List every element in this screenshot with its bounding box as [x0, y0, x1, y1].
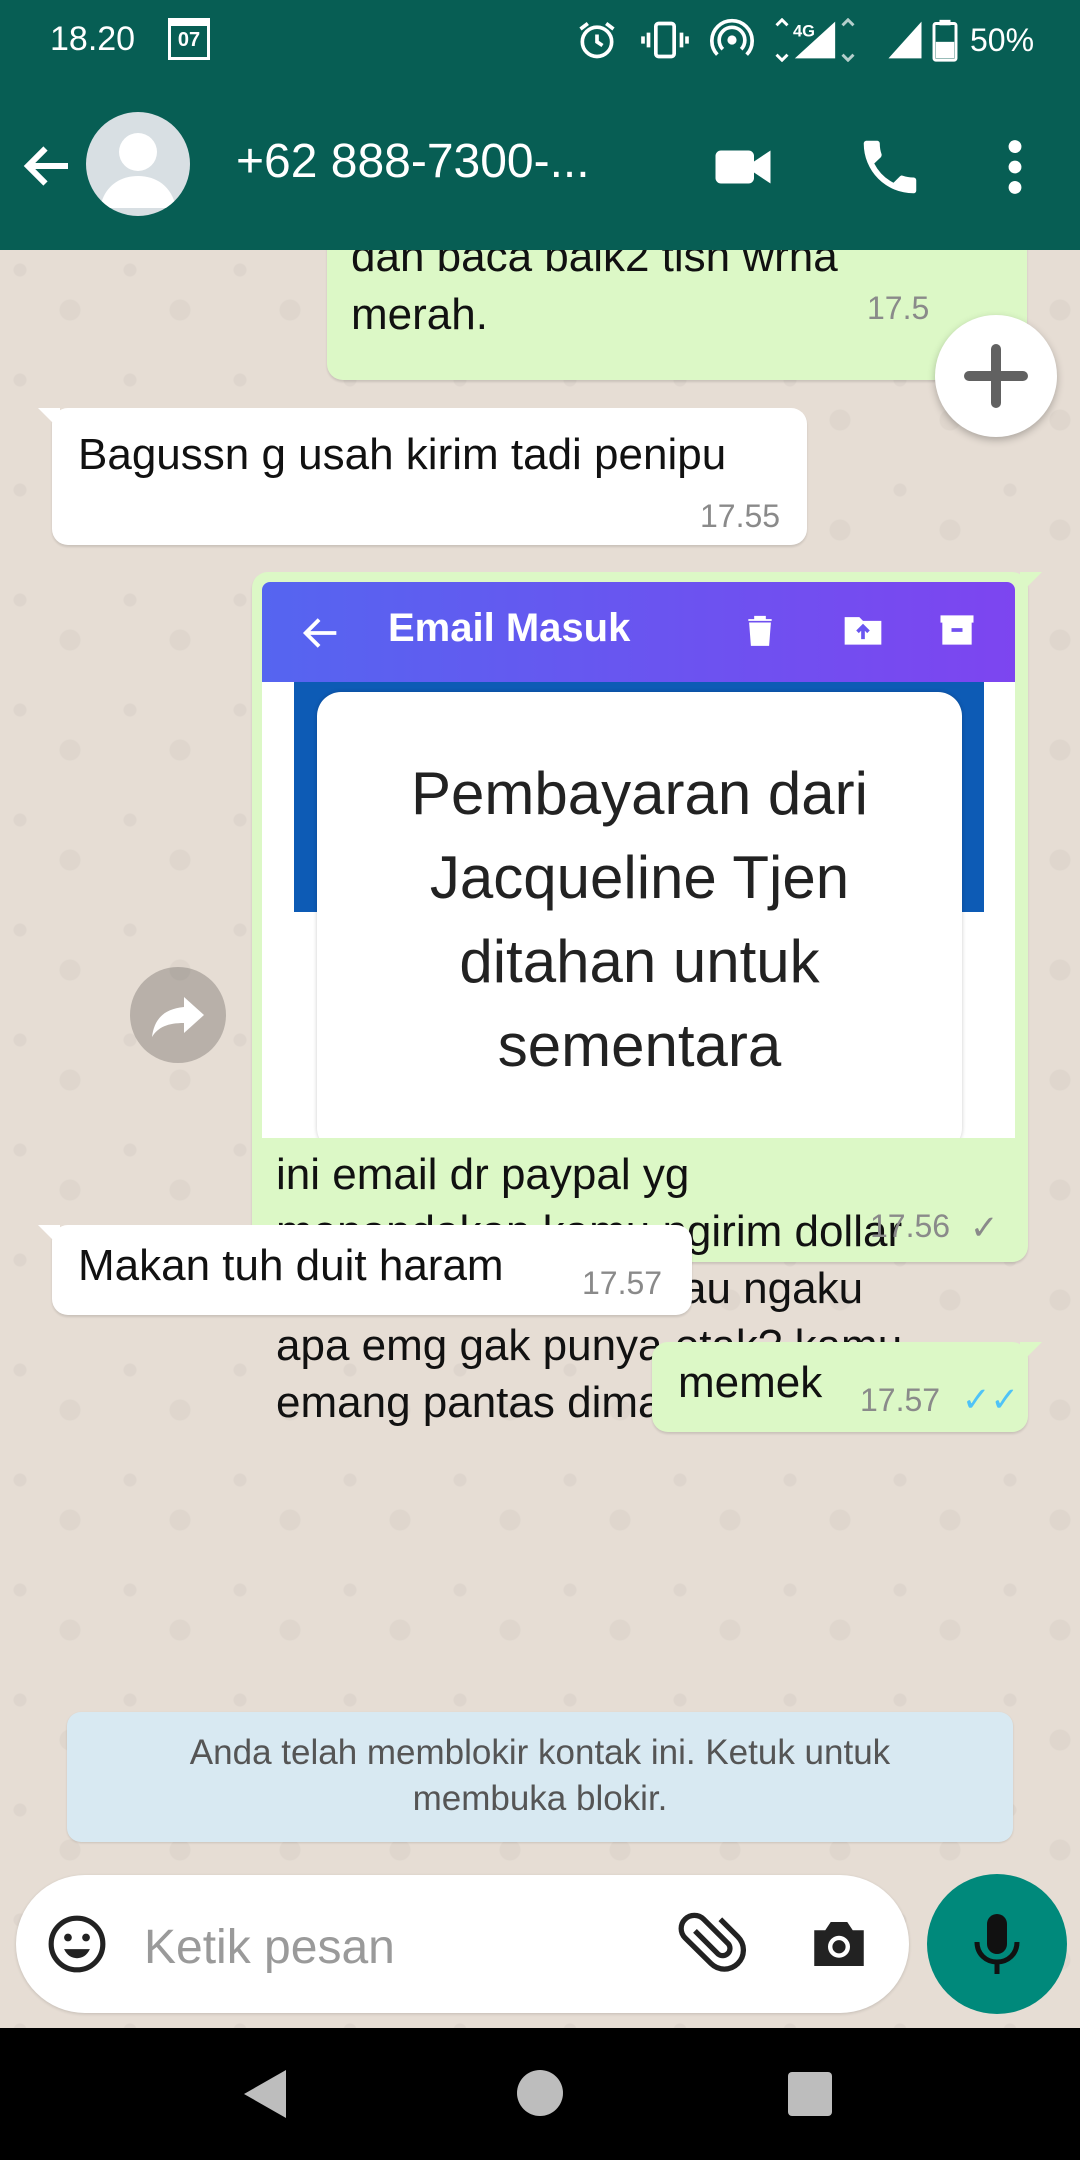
- battery-icon: [932, 19, 958, 62]
- svg-text:4G: 4G: [793, 22, 815, 40]
- message-bubble-outgoing[interactable]: dan baca baik2 tlsn wrna merah. 17.5: [327, 250, 1027, 380]
- image-card-line: Pembayaran dari: [411, 760, 868, 827]
- status-bar: 18.20 07 4G 50%: [0, 0, 1080, 82]
- video-call-icon[interactable]: [710, 134, 776, 200]
- back-arrow-icon[interactable]: [18, 128, 78, 204]
- nav-recents-icon[interactable]: [788, 2072, 832, 2116]
- image-card-line: Jacqueline Tjen: [429, 844, 850, 911]
- image-card-line: sementara: [497, 1012, 782, 1079]
- battery-percent: 50%: [970, 22, 1035, 58]
- avatar[interactable]: [86, 112, 190, 216]
- message-bubble-outgoing[interactable]: memek 17.57 ✓✓: [652, 1342, 1042, 1432]
- notice-line: membuka blokir.: [412, 1779, 668, 1818]
- attached-image[interactable]: Email Masuk Pembayaran dari Jacqueline T…: [262, 582, 1015, 1138]
- plus-icon: [964, 344, 1028, 408]
- contact-name[interactable]: +62 888-7300-...: [236, 134, 590, 189]
- blocked-contact-notice[interactable]: Anda telah memblokir kontak ini. Ketuk u…: [67, 1712, 1013, 1842]
- message-text: Bagussn g usah kirim tadi penipu: [78, 430, 727, 479]
- attach-icon[interactable]: [676, 1909, 746, 1979]
- sent-check-icon: ✓: [970, 1209, 999, 1247]
- add-button[interactable]: [935, 315, 1057, 437]
- chat-header: +62 888-7300-...: [0, 82, 1080, 250]
- message-input-bar: [16, 1875, 909, 2013]
- signal-4g-icon: 4G: [775, 18, 855, 62]
- archive-icon: [940, 615, 974, 645]
- nav-home-icon[interactable]: [517, 2070, 563, 2116]
- message-line: ini email dr paypal yg: [276, 1150, 690, 1199]
- signal-icon: [888, 21, 922, 59]
- calendar-icon: 07: [168, 18, 210, 60]
- chat-area[interactable]: dan baca baik2 tlsn wrna merah. 17.5 Bag…: [0, 250, 1080, 2030]
- system-nav-bar: [0, 2028, 1080, 2160]
- image-toolbar: Email Masuk: [262, 582, 1015, 682]
- bubble-tail: [38, 408, 60, 430]
- message-time: 17.55: [700, 498, 781, 534]
- vibrate-icon: [641, 21, 689, 59]
- bubble-tail: [1020, 572, 1042, 594]
- nav-back-icon[interactable]: [240, 2068, 290, 2120]
- message-time: 17.57: [582, 1265, 663, 1301]
- message-text: memek: [678, 1358, 823, 1407]
- calendar-day: 07: [177, 29, 201, 51]
- message-text: dan baca baik2 tlsn wrna merah.: [351, 250, 838, 344]
- message-time: 17.5: [867, 290, 930, 326]
- phone-icon[interactable]: [855, 132, 925, 202]
- message-bubble-outgoing-image[interactable]: Email Masuk Pembayaran dari Jacqueline T…: [252, 572, 1042, 1427]
- message-text: Makan tuh duit haram: [78, 1241, 504, 1290]
- hotspot-icon: [710, 18, 754, 56]
- mic-icon: [974, 1914, 1020, 1974]
- default-avatar-icon: [100, 133, 176, 208]
- back-arrow-icon: [302, 618, 337, 648]
- message-bubble-incoming[interactable]: Bagussn g usah kirim tadi penipu 17.55: [38, 408, 807, 545]
- more-vert-icon[interactable]: [995, 132, 1035, 202]
- voice-record-button[interactable]: [927, 1874, 1067, 2014]
- notice-line: Anda telah memblokir kontak ini. Ketuk u…: [189, 1733, 891, 1772]
- message-line: merah.: [351, 290, 488, 339]
- status-time: 18.20: [50, 20, 136, 58]
- folder-move-icon: [844, 617, 882, 645]
- bubble-tail: [1020, 1342, 1042, 1364]
- message-bubble-incoming[interactable]: Makan tuh duit haram 17.57: [38, 1225, 692, 1315]
- forward-icon: [152, 997, 204, 1037]
- image-card: Pembayaran dari Jacqueline Tjen ditahan …: [317, 692, 962, 1138]
- trash-icon: [748, 615, 772, 646]
- bubble-tail: [38, 1225, 60, 1247]
- message-line: dan baca baik2 tlsn wrna: [351, 250, 838, 281]
- image-toolbar-title: Email Masuk: [388, 606, 631, 650]
- message-input[interactable]: [144, 1919, 644, 1975]
- message-time: 17.57: [860, 1382, 941, 1418]
- read-double-check-icon: ✓✓: [962, 1381, 1019, 1419]
- camera-icon[interactable]: [806, 1911, 872, 1977]
- forward-button[interactable]: [130, 967, 226, 1063]
- message-time: 17.56: [870, 1208, 951, 1244]
- emoji-icon[interactable]: [46, 1913, 108, 1975]
- alarm-icon: [579, 22, 615, 59]
- image-card-line: ditahan untuk: [459, 928, 820, 995]
